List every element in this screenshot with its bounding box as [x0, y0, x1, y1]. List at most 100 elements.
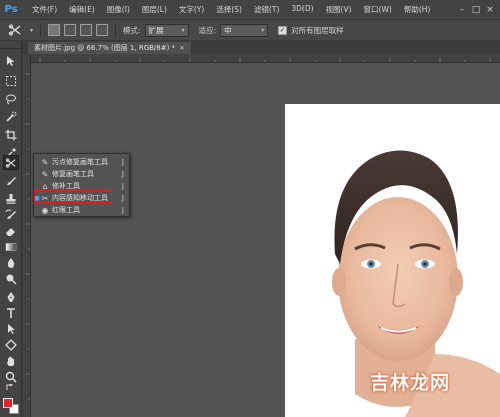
zoom-tool[interactable] — [3, 369, 19, 384]
tool-preset-picker[interactable] — [4, 22, 26, 38]
shape-tool[interactable] — [3, 337, 19, 352]
brush-icon — [7, 176, 16, 185]
chevron-down-icon: ▾ — [261, 26, 265, 34]
document-tab[interactable]: 素材图片.jpg @ 66.7% (图层 1, RGB/8#) * × — [28, 42, 191, 54]
spot-healing-brush-icon: ✎ — [41, 157, 49, 167]
path-selection-tool[interactable] — [3, 321, 19, 336]
content-aware-move-icon — [5, 157, 16, 168]
menu-file[interactable]: 文件(F) — [26, 4, 63, 15]
new-selection-mode-button[interactable] — [48, 24, 61, 36]
sample-all-layers-label: 对所有图层取样 — [291, 25, 344, 35]
shortcut-key: J — [121, 206, 124, 214]
red-eye-icon: ◉ — [41, 205, 49, 215]
ps-logo: Ps — [4, 4, 18, 15]
zoom-icon — [5, 371, 17, 383]
marquee-tool[interactable] — [3, 73, 19, 88]
menu-layer[interactable]: 图层(L) — [136, 4, 173, 15]
intersect-selection-mode-button[interactable] — [96, 24, 109, 36]
type-tool[interactable] — [3, 305, 19, 320]
move-icon — [7, 55, 15, 66]
eraser-tool[interactable] — [3, 223, 19, 238]
photoshop-window: Ps 文件(F) 编辑(E) 图像(I) 图层(L) 文字(Y) 选择(S) 滤… — [0, 0, 500, 417]
close-button[interactable]: × — [484, 4, 496, 16]
menu-window[interactable]: 窗口(W) — [358, 4, 398, 15]
shortcut-key: J — [121, 170, 124, 178]
highlight-annotation-box — [34, 190, 112, 203]
menu-view[interactable]: 视图(V) — [320, 4, 358, 15]
menu-select[interactable]: 选择(S) — [210, 4, 248, 15]
dodge-tool[interactable] — [3, 271, 19, 286]
flyout-item-label: 污点修复画笔工具 — [52, 158, 108, 166]
menu-filter[interactable]: 滤镜(T) — [248, 4, 285, 15]
adapt-value: 中 — [224, 25, 232, 35]
brush-tool[interactable] — [3, 173, 19, 188]
menu-image[interactable]: 图像(I) — [101, 4, 136, 15]
shortcut-key: J — [121, 158, 124, 166]
subtract-selection-mode-button[interactable] — [80, 24, 93, 36]
adapt-select[interactable]: 中 ▾ — [220, 23, 269, 37]
custom-shape-icon — [5, 338, 17, 351]
shortcut-key: J — [121, 194, 124, 202]
separator — [40, 23, 42, 37]
blur-tool[interactable] — [3, 255, 19, 270]
foreground-color-swatch[interactable] — [3, 398, 13, 408]
window-controls: – □ × — [456, 4, 500, 16]
clone-stamp-tool[interactable] — [3, 191, 19, 206]
menu-3d[interactable]: 3D(D) — [285, 4, 319, 15]
healing-brush-icon: ✎ — [41, 169, 49, 179]
flyout-item-label: 红眼工具 — [52, 206, 80, 214]
flyout-item-spot-healing-brush[interactable]: ✎ 污点修复画笔工具 J — [34, 156, 129, 168]
options-bar: ▾ 模式: 扩展 ▾ 适应: 中 ▾ ✓ 对所有图层取样 — [0, 19, 500, 41]
pen-icon — [7, 291, 15, 302]
document-tab-bar: 素材图片.jpg @ 66.7% (图层 1, RGB/8#) * × — [22, 41, 500, 54]
minimize-button[interactable]: – — [456, 4, 468, 16]
flyout-item-label: 修复画笔工具 — [52, 170, 94, 178]
quick-selection-tool[interactable] — [3, 109, 19, 124]
content-aware-move-icon — [8, 24, 21, 36]
horizontal-ruler[interactable] — [30, 54, 500, 63]
swap-icon — [6, 384, 14, 390]
flyout-item-red-eye[interactable]: ◉ 红眼工具 J — [34, 204, 129, 216]
panel-grip[interactable] — [0, 41, 21, 49]
menu-help[interactable]: 帮助(H) — [398, 4, 437, 15]
healing-tools-flyout: ✎ 污点修复画笔工具 J ✎ 修复画笔工具 J ⌂ 修补工具 J ■ ✂ 内容感… — [33, 153, 130, 217]
eraser-icon — [6, 227, 15, 236]
mode-select[interactable]: 扩展 ▾ — [144, 23, 189, 37]
history-brush-tool[interactable] — [3, 207, 19, 222]
quick-selection-icon — [6, 111, 17, 122]
hand-icon — [7, 356, 14, 366]
canvas-area[interactable] — [31, 63, 500, 417]
lasso-tool[interactable] — [3, 91, 19, 106]
menu-items: 文件(F) 编辑(E) 图像(I) 图层(L) 文字(Y) 选择(S) 滤镜(T… — [26, 4, 436, 15]
ruler-ticks — [39, 57, 491, 62]
content-aware-move-tool[interactable] — [3, 155, 19, 170]
stamp-icon — [6, 193, 16, 204]
ruler-ticks — [25, 73, 30, 400]
swap-colors-button[interactable] — [3, 383, 19, 393]
menu-edit[interactable]: 编辑(E) — [63, 4, 101, 15]
watermark: 吉林龙网 — [370, 372, 451, 394]
add-selection-mode-button[interactable] — [64, 24, 77, 36]
document-title: 素材图片.jpg @ 66.7% (图层 1, RGB/8#) * — [34, 44, 176, 52]
separator — [115, 23, 117, 37]
chevron-down-icon[interactable]: ▾ — [30, 27, 33, 34]
hand-tool[interactable] — [3, 353, 19, 368]
maximize-button[interactable]: □ — [470, 4, 482, 16]
blur-drop-icon — [7, 257, 15, 268]
crop-icon — [5, 129, 17, 140]
shortcut-key: J — [121, 182, 124, 190]
mode-label: 模式: — [123, 25, 141, 35]
crop-tool[interactable] — [3, 127, 19, 142]
vertical-ruler[interactable] — [22, 54, 31, 417]
sample-all-layers-checkbox[interactable]: ✓ — [278, 25, 288, 35]
menu-type[interactable]: 文字(Y) — [173, 4, 210, 15]
chevron-down-icon: ▾ — [181, 26, 185, 34]
gradient-tool[interactable] — [3, 239, 19, 254]
close-tab-icon[interactable]: × — [179, 44, 185, 52]
path-selection-icon — [8, 323, 15, 334]
pen-tool[interactable] — [3, 289, 19, 304]
flyout-item-healing-brush[interactable]: ✎ 修复画笔工具 J — [34, 168, 129, 180]
move-tool[interactable] — [3, 53, 19, 68]
dodge-icon — [6, 274, 17, 285]
tools-panel — [0, 41, 22, 417]
